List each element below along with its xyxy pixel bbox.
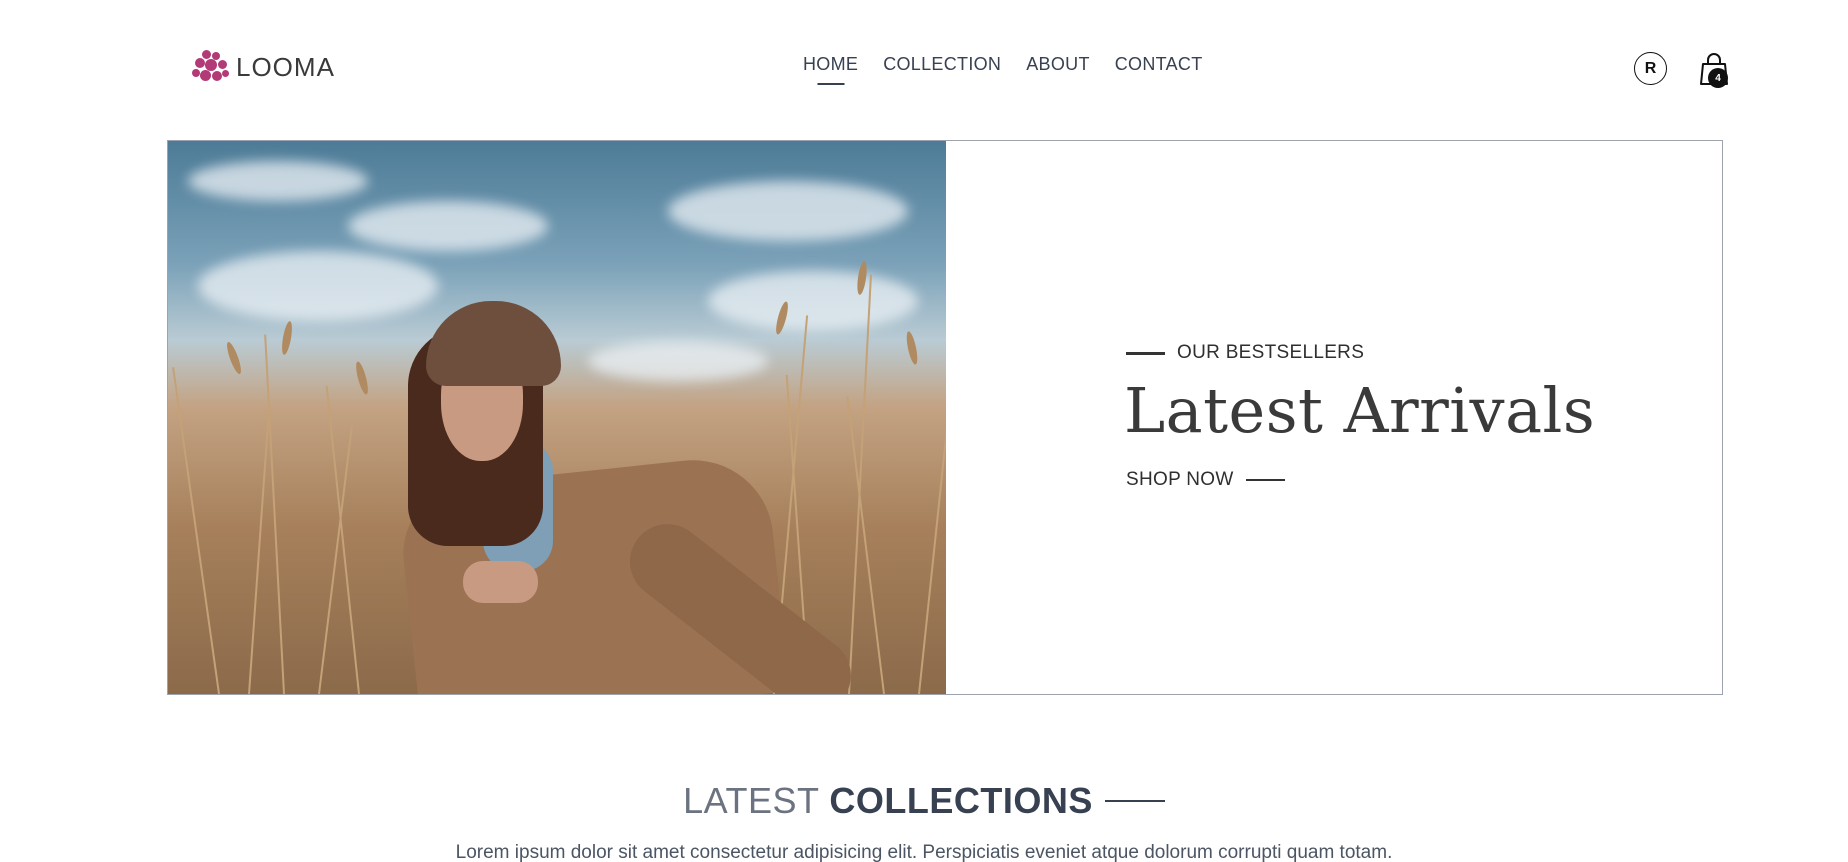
nav-collection[interactable]: COLLECTION <box>883 54 1001 83</box>
nav-contact[interactable]: CONTACT <box>1115 54 1203 83</box>
cart-count-badge: 4 <box>1708 68 1728 88</box>
collections-heading: LATEST COLLECTIONS <box>0 780 1848 822</box>
collections-title-bold: COLLECTIONS <box>829 780 1093 821</box>
hero-title: Latest Arrivals <box>1124 374 1596 447</box>
profile-initial: R <box>1644 59 1657 77</box>
eyebrow-text: OUR BESTSELLERS <box>1177 342 1365 363</box>
logo-text: LOOMA <box>236 51 335 82</box>
hero-content: OUR BESTSELLERS Latest Arrivals SHOP NOW <box>946 141 1722 694</box>
hero-eyebrow: OUR BESTSELLERS <box>1126 342 1364 364</box>
shop-now-link[interactable]: SHOP NOW <box>1126 469 1285 491</box>
collections-subtitle: Lorem ipsum dolor sit amet consectetur a… <box>455 842 1393 862</box>
collections-line <box>1104 800 1165 802</box>
hero-image <box>168 141 946 694</box>
nav-home[interactable]: HOME <box>803 54 858 83</box>
site-header: LOOMA HOME COLLECTION ABOUT CONTACT R 4 <box>0 0 1848 130</box>
logo[interactable]: LOOMA <box>192 50 335 84</box>
collections-title: LATEST COLLECTIONS <box>683 780 1093 822</box>
shop-now-line <box>1245 479 1285 481</box>
profile-icon[interactable]: R <box>1634 52 1667 85</box>
nav-about[interactable]: ABOUT <box>1026 54 1090 83</box>
eyebrow-line <box>1126 351 1165 355</box>
flower-dots-icon <box>192 50 230 84</box>
hero-banner: OUR BESTSELLERS Latest Arrivals SHOP NOW <box>167 140 1723 695</box>
collections-title-light: LATEST <box>683 780 819 821</box>
main-nav: HOME COLLECTION ABOUT CONTACT <box>803 54 1203 83</box>
shop-now-label: SHOP NOW <box>1126 469 1234 490</box>
